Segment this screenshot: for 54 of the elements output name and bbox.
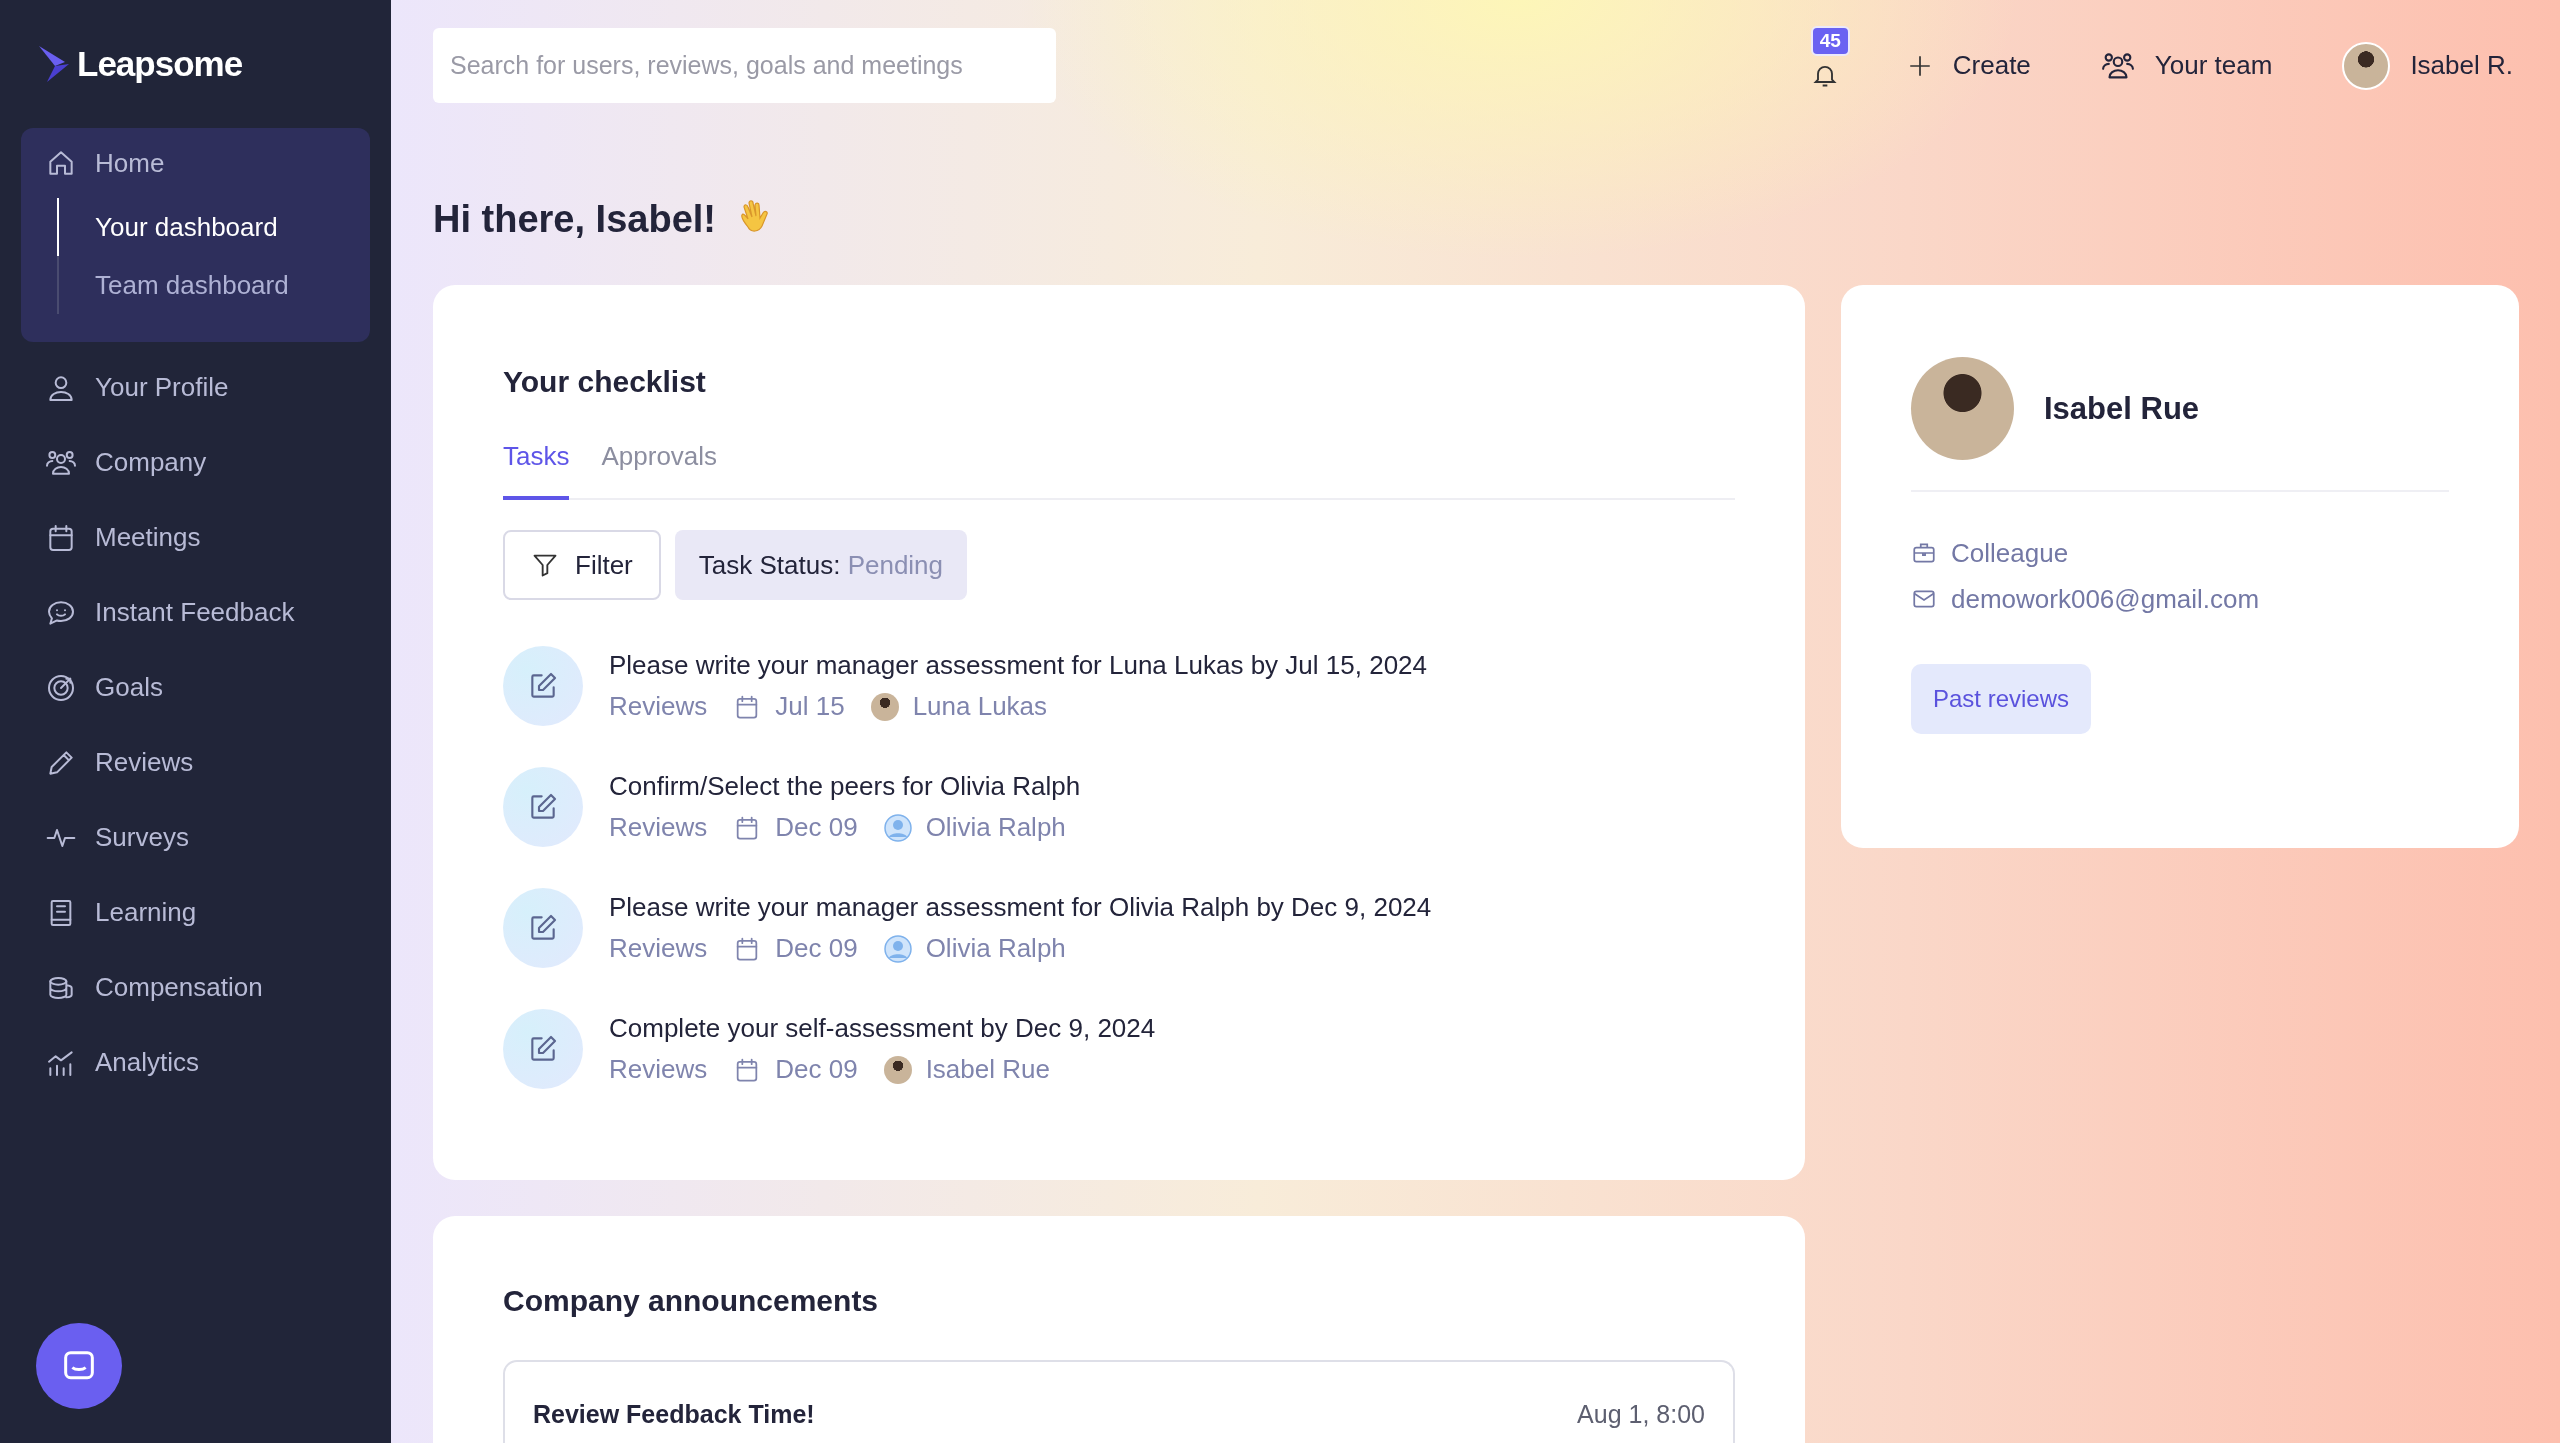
- person-silhouette-icon: [883, 934, 912, 963]
- header-action[interactable]: Create: [1906, 50, 2031, 81]
- nav-item[interactable]: Goals: [21, 650, 370, 725]
- person-name: Isabel Rue: [925, 1054, 1050, 1085]
- past-reviews-button[interactable]: Past reviews: [1911, 664, 2092, 734]
- status-filter-chip[interactable]: Task Status: Pending: [674, 530, 968, 600]
- nav-item[interactable]: Your Profile: [21, 350, 370, 425]
- person-name: Olivia Ralph: [925, 933, 1066, 964]
- header-action[interactable]: Your team: [2100, 48, 2273, 83]
- nav-item[interactable]: Reviews: [21, 725, 370, 800]
- brand-name: Leapsome: [77, 44, 243, 84]
- due-date: Dec 09: [775, 812, 858, 843]
- task-title[interactable]: Please write your manager assessment for Olivia Ralph by Dec 9, 2024: [609, 892, 1432, 923]
- filter-button[interactable]: Filter: [503, 530, 661, 600]
- task-category: Reviews: [609, 933, 708, 964]
- due-date: Dec 09: [775, 1054, 858, 1085]
- nav-item[interactable]: Learning: [21, 875, 370, 950]
- person-name: Olivia Ralph: [925, 812, 1066, 843]
- task-title[interactable]: Complete your self-assessment by Dec 9, 2024: [609, 1013, 1156, 1044]
- nav-item[interactable]: Instant Feedback: [21, 575, 370, 650]
- announcement-date: Aug 1, 8:00: [1577, 1400, 1705, 1429]
- profile-email: demowork006@gmail.com: [1951, 583, 2260, 615]
- briefcase-icon: [1911, 540, 1937, 566]
- tab[interactable]: Tasks: [503, 441, 570, 500]
- person-silhouette-icon: [883, 813, 912, 842]
- nav-item[interactable]: Home: [21, 128, 370, 198]
- announcement-title: Review Feedback Time!: [533, 1400, 815, 1429]
- task-category: Reviews: [609, 1054, 708, 1085]
- nav-item[interactable]: Surveys: [21, 800, 370, 875]
- bird-logo-icon: [37, 44, 71, 84]
- nav-item[interactable]: Company: [21, 425, 370, 500]
- search-field[interactable]: Search for users, reviews, goals and meetings: [433, 28, 1056, 103]
- avatar-photo: [870, 692, 899, 721]
- task-title[interactable]: Confirm/Select the peers for Olivia Ralph: [609, 771, 1081, 802]
- card-title: Your checklist: [503, 365, 707, 399]
- header-action[interactable]: Isabel R.: [2342, 41, 2513, 90]
- notification-count: 45: [1810, 25, 1850, 56]
- profile-role: Colleague: [1951, 537, 2069, 569]
- task-category: Reviews: [609, 691, 708, 722]
- profile-name: Isabel Rue: [2044, 390, 2200, 427]
- due-date: Jul 15: [775, 691, 845, 722]
- person-name: Luna Lukas: [912, 691, 1048, 722]
- nav-subitem[interactable]: Your dashboard: [57, 198, 370, 256]
- task-title[interactable]: Please write your manager assessment for Luna Lukas by Jul 15, 2024: [609, 650, 1427, 681]
- greeting: Hi there, Isabel!: [433, 197, 716, 241]
- card-title: Company announcements: [503, 1284, 880, 1318]
- nav-item[interactable]: Compensation: [21, 950, 370, 1025]
- task-category: Reviews: [609, 812, 708, 843]
- avatar-photo: [883, 1055, 912, 1084]
- announcement-item[interactable]: Review Feedback Time! Aug 1, 8:00: [503, 1360, 1735, 1443]
- nav-item[interactable]: Analytics: [21, 1025, 370, 1100]
- due-date: Dec 09: [775, 933, 858, 964]
- nav-item[interactable]: Meetings: [21, 500, 370, 575]
- nav-subitem[interactable]: Team dashboard: [57, 256, 370, 314]
